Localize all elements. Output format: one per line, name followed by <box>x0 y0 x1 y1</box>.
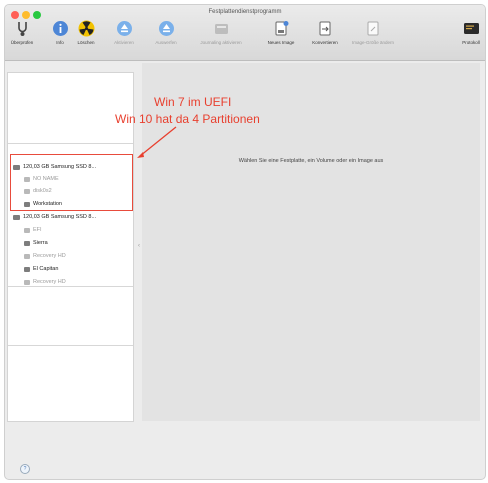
new-image-icon <box>275 21 288 36</box>
erase-icon <box>78 20 94 37</box>
erase-button[interactable]: Löschen <box>71 20 101 45</box>
sidebar-divider <box>8 345 133 346</box>
sidebar-volume[interactable]: El Capitan <box>24 263 58 275</box>
empty-selection-message: Wählen Sie eine Festplatte, ein Volume o… <box>238 158 384 164</box>
resize-image-button[interactable]: Image-Größe ändern <box>349 20 397 45</box>
sidebar-volume[interactable]: EFI <box>24 224 42 236</box>
volume-label: Recovery HD <box>33 279 66 285</box>
volume-label: El Capitan <box>33 266 59 272</box>
info-button[interactable]: Info <box>49 20 71 45</box>
first-aid-button[interactable]: Überprüfen <box>7 20 37 45</box>
volume-label: EFI <box>33 227 42 233</box>
sidebar-disk[interactable]: 120,03 GB Samsung SSD 8... <box>13 211 96 223</box>
convert-button[interactable]: Konvertieren <box>305 20 345 45</box>
volume-label: Sierra <box>33 240 48 246</box>
enable-journaling-button[interactable]: Journaling aktivieren <box>189 20 253 45</box>
volume-icon <box>24 227 30 233</box>
sidebar-volume[interactable]: Recovery HD <box>24 250 66 262</box>
disk-label: 120,03 GB Samsung SSD 8... <box>23 214 97 220</box>
sidebar-divider <box>8 143 133 144</box>
annotation-highlight-box <box>10 154 133 211</box>
eject-icon <box>158 21 174 36</box>
new-image-button[interactable]: Neues Image <box>260 20 302 45</box>
volume-icon <box>24 253 30 259</box>
resize-image-icon <box>367 21 378 36</box>
hard-disk-icon <box>13 214 20 220</box>
log-button[interactable]: Protokoll <box>457 20 485 45</box>
stethoscope-icon <box>17 22 27 36</box>
window-title: Festplattendienstprogramm <box>208 9 282 15</box>
log-icon <box>463 23 479 34</box>
sidebar-volume[interactable]: Recovery HD <box>24 276 66 288</box>
mount-icon <box>116 21 132 36</box>
volume-icon <box>24 279 30 285</box>
sidebar-volume[interactable]: Sierra <box>24 237 48 249</box>
volume-label: Recovery HD <box>33 253 66 259</box>
help-button[interactable]: ? <box>20 464 30 474</box>
volume-icon <box>24 240 30 246</box>
annotation-line-1: Win 7 im UEFI <box>154 95 232 109</box>
toolbar: Festplattendienstprogramm Überprüfen Inf… <box>5 5 485 61</box>
split-view-handle[interactable]: ‹ <box>138 243 140 249</box>
info-icon <box>52 21 68 36</box>
mount-button[interactable]: Aktivieren <box>105 20 143 45</box>
convert-icon <box>319 21 330 36</box>
eject-button[interactable]: Auswerfen <box>147 20 185 45</box>
volume-icon <box>24 266 30 272</box>
annotation-line-2: Win 10 hat da 4 Partitionen <box>115 112 260 126</box>
journal-disk-icon <box>214 24 228 34</box>
